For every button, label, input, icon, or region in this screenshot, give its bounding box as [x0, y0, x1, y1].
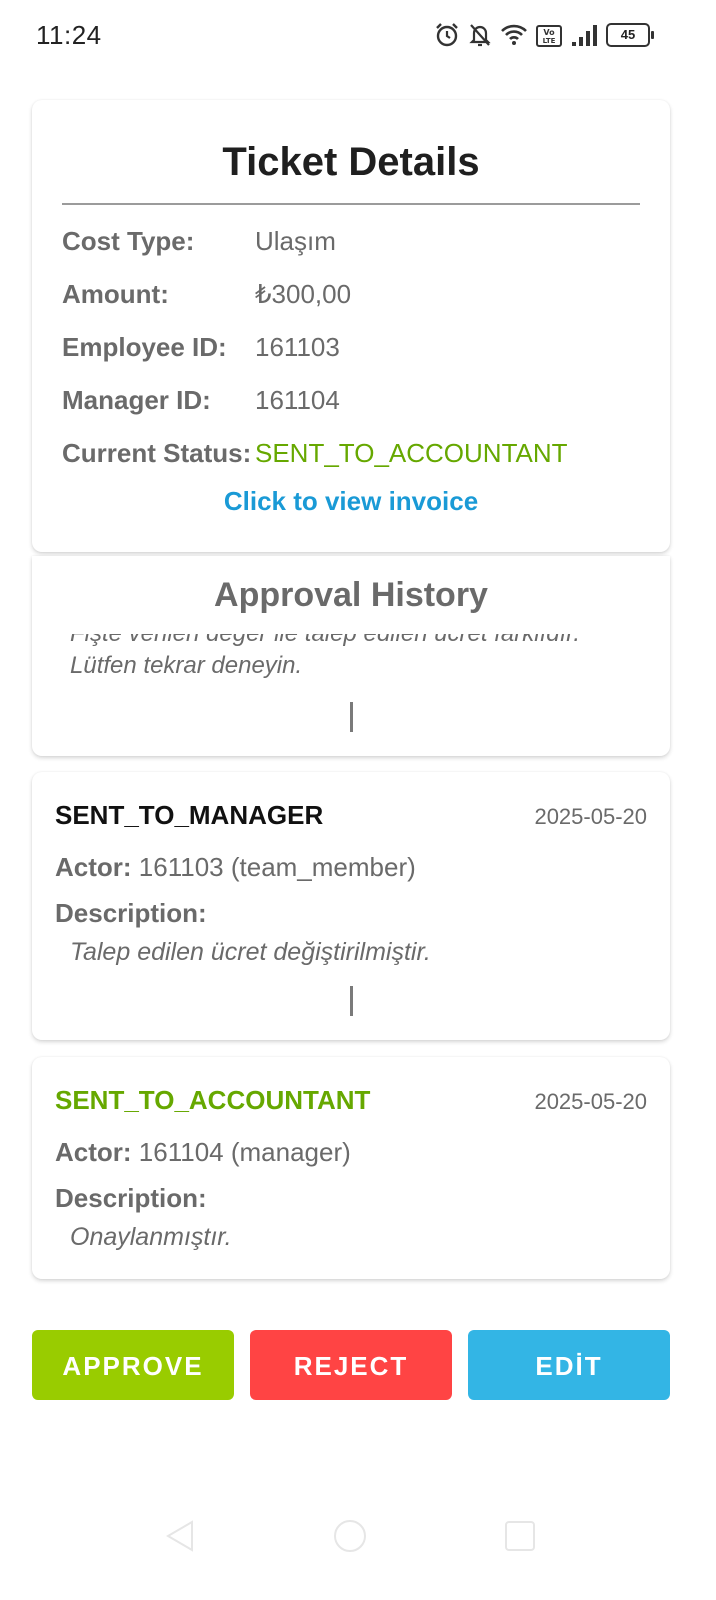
- page-title: Ticket Details: [222, 140, 480, 184]
- history-entry-description: Fişte verilen değer ile talep edilen ücr…: [70, 634, 580, 679]
- actor-value: 161104 (manager): [138, 1137, 351, 1167]
- manager-id-label: Manager ID:: [62, 385, 211, 415]
- entry-status: SENT_TO_MANAGER: [55, 800, 324, 830]
- alarm-icon: [436, 23, 458, 47]
- history-entry: SENT_TO_ACCOUNTANT 2025-05-20 Actor: 161…: [32, 1057, 670, 1279]
- home-icon[interactable]: [330, 1516, 370, 1556]
- timeline-connector: [350, 702, 353, 732]
- amount-value: ₺300,00: [255, 279, 352, 309]
- cost-type-label: Cost Type:: [62, 226, 195, 256]
- approval-history-title: Approval History: [214, 576, 488, 614]
- signal-icon: [572, 25, 597, 46]
- svg-text:Vo: Vo: [543, 28, 555, 37]
- recents-icon[interactable]: [500, 1516, 540, 1556]
- actor-label: Actor:: [55, 852, 132, 882]
- history-entry: SENT_TO_MANAGER 2025-05-20 Actor: 161103…: [32, 772, 670, 1040]
- timeline-connector: [350, 986, 353, 1016]
- employee-id-value: 161103: [255, 332, 340, 362]
- reject-button[interactable]: REJECT: [250, 1330, 452, 1400]
- battery-icon: 45: [606, 23, 654, 47]
- history-scroll-area[interactable]: Fişte verilen değer ile talep edilen ücr…: [32, 634, 670, 688]
- wifi-icon: [501, 24, 527, 45]
- entry-status: SENT_TO_ACCOUNTANT: [55, 1085, 371, 1115]
- approval-history-card[interactable]: Approval History Fişte verilen değer ile…: [32, 556, 670, 756]
- actor-value: 161103 (team_member): [138, 852, 416, 882]
- status-bar: 11:24 Vo LTE 45: [0, 0, 716, 70]
- system-nav-bar: [0, 1500, 716, 1600]
- back-icon[interactable]: [160, 1516, 200, 1556]
- entry-actor: Actor: 161103 (team_member): [55, 852, 416, 883]
- current-status-label: Current Status:: [62, 438, 252, 468]
- employee-id-label: Employee ID:: [62, 332, 227, 362]
- approve-button[interactable]: APPROVE: [32, 1330, 234, 1400]
- actor-label: Actor:: [55, 1137, 132, 1167]
- status-time: 11:24: [36, 20, 102, 50]
- description-text: Talep edilen ücret değiştirilmiştir.: [70, 938, 431, 966]
- description-text: Onaylanmıştır.: [70, 1223, 232, 1251]
- entry-date: 2025-05-20: [534, 1089, 647, 1114]
- volte-icon: Vo LTE: [536, 25, 562, 47]
- current-status-value: SENT_TO_ACCOUNTANT: [255, 438, 568, 468]
- svg-text:LTE: LTE: [543, 37, 556, 45]
- amount-label: Amount:: [62, 279, 169, 309]
- cost-type-value: Ulaşım: [255, 226, 336, 256]
- view-invoice-link[interactable]: Click to view invoice: [32, 486, 670, 517]
- bell-off-icon: [469, 24, 491, 47]
- manager-id-value: 161104: [255, 385, 340, 415]
- description-label: Description:: [55, 898, 207, 928]
- edit-button[interactable]: EDİT: [468, 1330, 670, 1400]
- ticket-details-card: Ticket Details Cost Type: Ulaşım Amount:…: [32, 100, 670, 552]
- title-divider: [62, 203, 640, 205]
- description-label: Description:: [55, 1183, 207, 1213]
- entry-actor: Actor: 161104 (manager): [55, 1137, 351, 1168]
- entry-date: 2025-05-20: [534, 804, 647, 829]
- status-icons: Vo LTE 45: [434, 20, 654, 50]
